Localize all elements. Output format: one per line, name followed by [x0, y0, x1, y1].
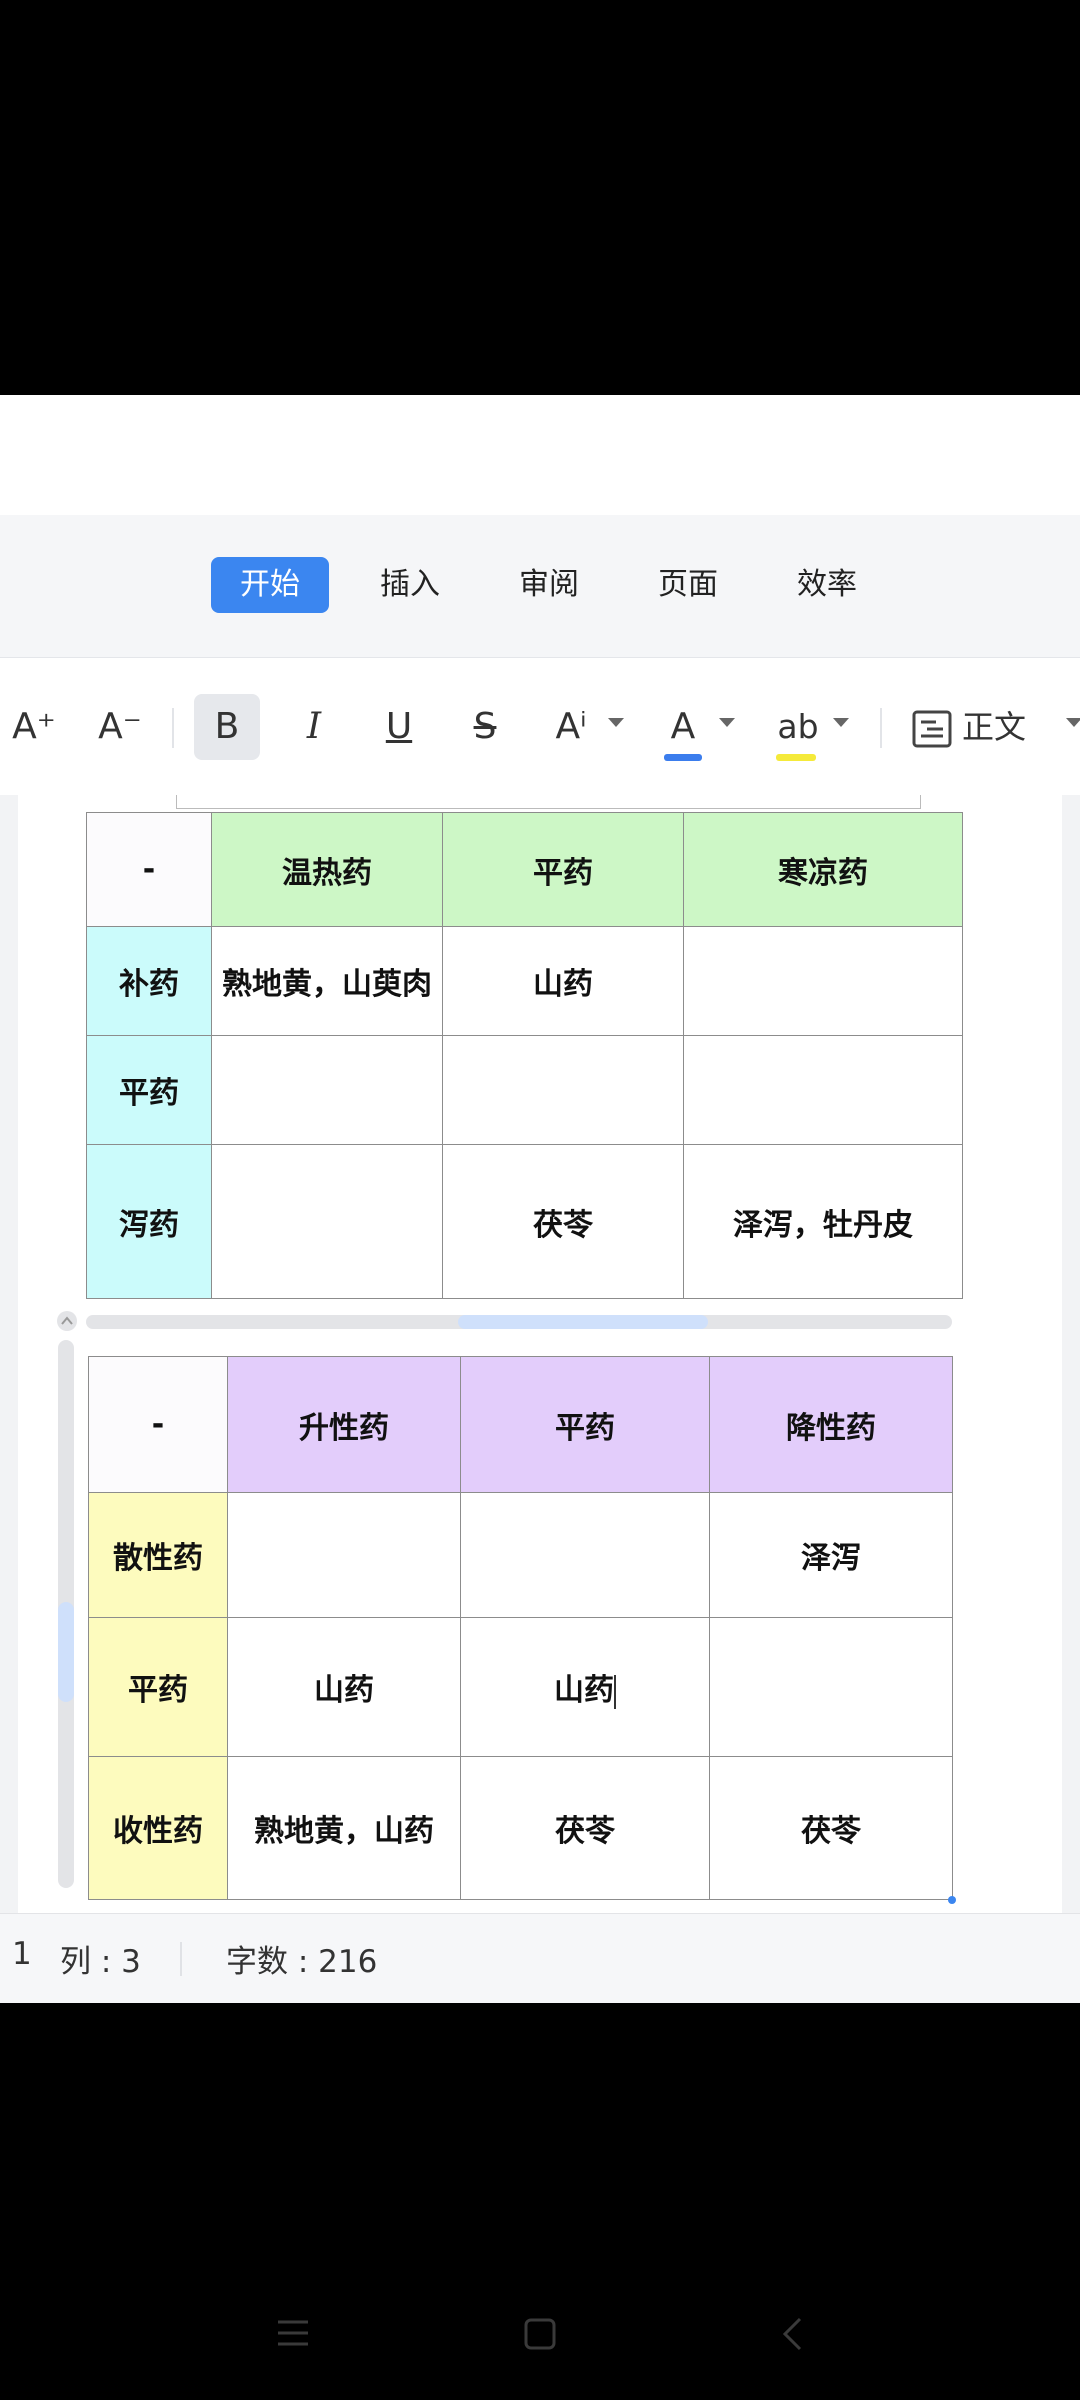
toolbar-divider	[880, 708, 882, 748]
table-header-row: - 升性药 平药 降性药	[88, 1356, 953, 1493]
superscript-dropdown-chevron-icon[interactable]	[608, 718, 624, 727]
paragraph-style-icon[interactable]	[912, 710, 952, 748]
tab-efficiency[interactable]: 效率	[777, 557, 877, 613]
tab-insert[interactable]: 插入	[360, 557, 460, 613]
column-header[interactable]: 寒凉药	[683, 812, 963, 927]
table-temperature: - 温热药 平药 寒凉药 补药 熟地黄，山萸肉 山药 平药 泻药 茯苓 泽泻，牡…	[86, 812, 963, 1299]
column-header[interactable]: 平药	[460, 1356, 710, 1493]
table-cell[interactable]	[211, 1144, 443, 1299]
toolbar-divider	[172, 708, 174, 748]
back-icon[interactable]	[780, 2316, 804, 2352]
table-cell[interactable]	[683, 1035, 963, 1145]
status-word-count: 字数 : 216	[226, 1944, 378, 1980]
row-header[interactable]: 收性药	[88, 1756, 228, 1900]
table-collapse-icon[interactable]	[56, 1310, 78, 1332]
table-cell[interactable]	[709, 1617, 953, 1757]
column-header[interactable]: 平药	[442, 812, 684, 927]
row-header[interactable]: 散性药	[88, 1492, 228, 1618]
table-cell[interactable]: -	[88, 1356, 228, 1493]
status-divider	[180, 1942, 182, 1976]
table-cell[interactable]: 泽泻，牡丹皮	[683, 1144, 963, 1299]
table-row: 泻药 茯苓 泽泻，牡丹皮	[86, 1144, 963, 1299]
highlight-button[interactable]: ab	[765, 694, 831, 760]
table-cell[interactable]: 熟地黄，山萸肉	[211, 926, 443, 1036]
table-direction: - 升性药 平药 降性药 散性药 泽泻 平药 山药 山药 收性药 熟地黄，山药 …	[88, 1356, 953, 1900]
table-row: 补药 熟地黄，山萸肉 山药	[86, 926, 963, 1036]
highlight-dropdown-chevron-icon[interactable]	[833, 718, 849, 727]
format-toolbar: A⁺ A⁻ B I U S Aⁱ A ab 正文	[0, 657, 1080, 797]
font-color-button[interactable]: A	[650, 694, 716, 760]
prev-table-edge	[920, 795, 921, 809]
column-header[interactable]: 降性药	[709, 1356, 953, 1493]
table-cell[interactable]: 山药	[442, 926, 684, 1036]
row-header[interactable]: 泻药	[86, 1144, 212, 1299]
column-header[interactable]: 温热药	[211, 812, 443, 927]
table-row: 散性药 泽泻	[88, 1492, 953, 1618]
table-cell[interactable]	[211, 1035, 443, 1145]
row-header[interactable]: 补药	[86, 926, 212, 1036]
table-horizontal-scrollbar[interactable]	[86, 1315, 952, 1329]
prev-table-edge	[176, 795, 177, 809]
row-header[interactable]: 平药	[86, 1035, 212, 1145]
table-header-row: - 温热药 平药 寒凉药	[86, 812, 963, 927]
bold-button[interactable]: B	[194, 694, 260, 760]
table-row: 收性药 熟地黄，山药 茯苓 茯苓	[88, 1756, 953, 1900]
strikethrough-button[interactable]: S	[452, 694, 518, 760]
tab-start[interactable]: 开始	[211, 557, 329, 613]
highlight-swatch	[776, 754, 816, 761]
vertical-scroll-thumb[interactable]	[58, 1602, 74, 1702]
prev-table-edge	[176, 808, 921, 809]
table-cell[interactable]: -	[86, 812, 212, 927]
document-area[interactable]: - 温热药 平药 寒凉药 补药 熟地黄，山萸肉 山药 平药 泻药 茯苓 泽泻，牡…	[0, 795, 1080, 1958]
table-cell[interactable]	[460, 1492, 710, 1618]
tab-review[interactable]: 审阅	[499, 557, 599, 613]
menu-tab-bar: 开始 插入 审阅 页面 效率	[0, 515, 1080, 657]
table-cell[interactable]: 熟地黄，山药	[227, 1756, 461, 1900]
table-cell[interactable]	[683, 926, 963, 1036]
text-cursor	[614, 1674, 616, 1709]
home-icon[interactable]	[523, 2317, 557, 2351]
table-vertical-scrollbar[interactable]	[58, 1340, 74, 1888]
table-cell[interactable]: 茯苓	[709, 1756, 953, 1900]
table-cell[interactable]: 茯苓	[460, 1756, 710, 1900]
font-size-increase-button[interactable]: A⁺	[4, 694, 64, 760]
table-cell[interactable]: 山药	[227, 1617, 461, 1757]
table-row: 平药 山药 山药	[88, 1617, 953, 1757]
paragraph-style-dropdown-chevron-icon[interactable]	[1066, 718, 1080, 727]
table-resize-handle[interactable]	[948, 1896, 956, 1904]
underline-button[interactable]: U	[366, 694, 432, 760]
table-row: 平药	[86, 1035, 963, 1145]
menu-icon[interactable]	[276, 2318, 310, 2348]
font-color-swatch	[664, 754, 702, 761]
font-color-dropdown-chevron-icon[interactable]	[719, 718, 735, 727]
superscript-button[interactable]: Aⁱ	[538, 694, 604, 760]
horizontal-scroll-thumb[interactable]	[458, 1315, 708, 1329]
status-column: 列 : 3	[60, 1944, 141, 1980]
table-cell[interactable]	[227, 1492, 461, 1618]
table-cell[interactable]: 泽泻	[709, 1492, 953, 1618]
table-cell-active[interactable]: 山药	[460, 1617, 710, 1757]
font-size-decrease-button[interactable]: A⁻	[90, 694, 150, 760]
blank-area	[0, 395, 1080, 515]
cell-text: 山药	[554, 1673, 614, 1708]
column-header[interactable]: 升性药	[227, 1356, 461, 1493]
tab-page[interactable]: 页面	[638, 557, 738, 613]
status-bar: 1 列 : 3 字数 : 216	[0, 1913, 1080, 2003]
status-line: 1	[12, 1936, 32, 1972]
table-cell[interactable]	[442, 1035, 684, 1145]
italic-button[interactable]: I	[281, 694, 347, 760]
row-header[interactable]: 平药	[88, 1617, 228, 1757]
editor-app: 开始 插入 审阅 页面 效率 A⁺ A⁻ B I U S Aⁱ A ab 正文	[0, 515, 1080, 2003]
paragraph-style-label[interactable]: 正文	[962, 694, 1036, 760]
table-cell[interactable]: 茯苓	[442, 1144, 684, 1299]
